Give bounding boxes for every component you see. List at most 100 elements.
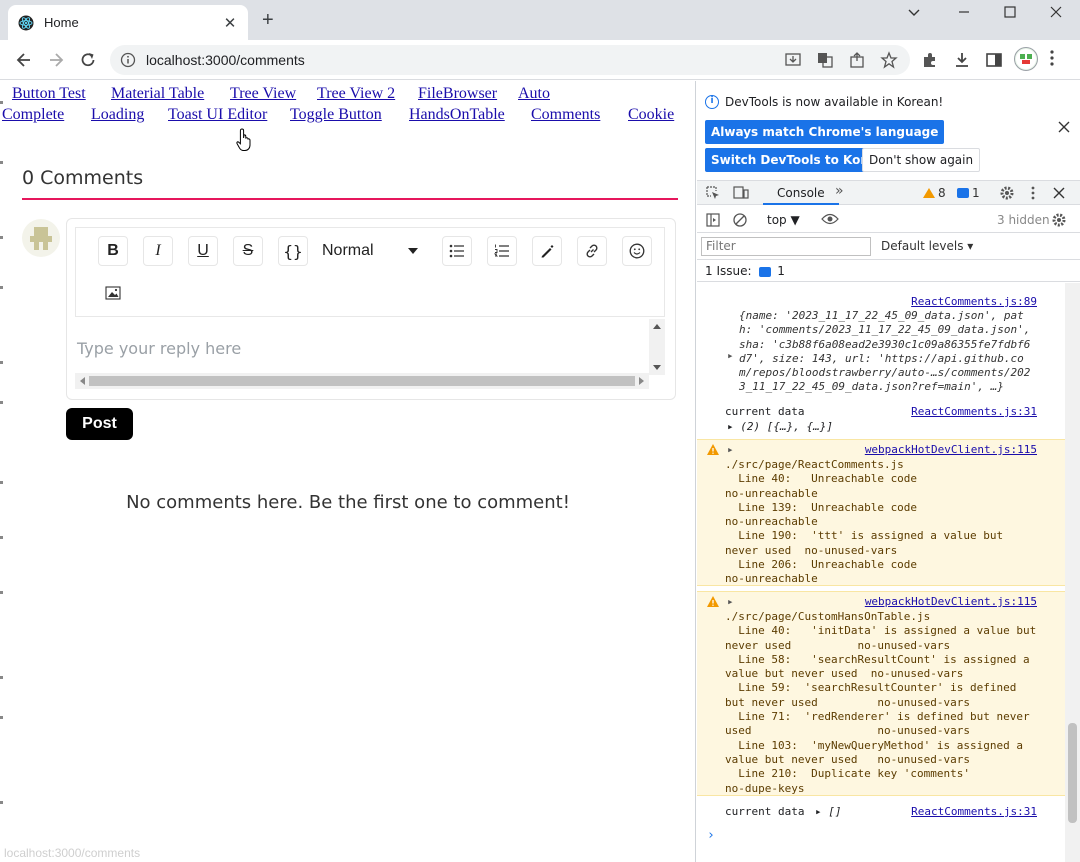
side-panel-icon[interactable] — [984, 50, 1004, 70]
nav-link-toggle-button[interactable]: Toggle Button — [290, 104, 382, 125]
log-source-link[interactable]: ReactComments.js:89 — [911, 295, 1037, 309]
close-devtools-icon[interactable] — [1053, 187, 1065, 199]
site-info-icon[interactable] — [120, 52, 136, 68]
more-tabs-icon[interactable]: » — [835, 183, 844, 199]
editor-horizontal-scrollbar[interactable] — [75, 373, 649, 389]
log-label: current data — [725, 805, 805, 818]
emoji-button[interactable] — [622, 236, 652, 266]
close-window-icon[interactable] — [1048, 4, 1064, 20]
gear-icon[interactable] — [999, 185, 1015, 201]
devtools-tabbar: Console » 8 1 — [697, 181, 1080, 205]
log-levels-dropdown[interactable]: Default levels ▾ — [881, 239, 973, 253]
share-icon[interactable] — [848, 51, 866, 69]
sidebar-toggle-icon[interactable] — [706, 213, 720, 227]
console-scrollbar-thumb[interactable] — [1068, 723, 1077, 823]
log-object[interactable]: {name: '2023_11_17_22_45_09_data.json', … — [739, 309, 1030, 395]
hidden-count: 3 hidden — [997, 213, 1050, 227]
nav-link-auto[interactable]: Auto — [518, 83, 550, 104]
log-object-line: 3_11_17_22_45_09_data.json?ref=main', …} — [739, 380, 1004, 394]
url-text: localhost:3000/comments — [146, 52, 305, 68]
user-avatar — [22, 219, 60, 257]
underline-button[interactable]: U — [188, 236, 218, 266]
nav-link-comments[interactable]: Comments — [531, 104, 600, 125]
bookmark-star-icon[interactable] — [880, 51, 898, 69]
italic-button[interactable]: I — [143, 236, 173, 266]
nav-link-tree-view-2[interactable]: Tree View 2 — [317, 83, 395, 104]
inspect-element-icon[interactable] — [706, 186, 720, 200]
nav-link-loading[interactable]: Loading — [91, 104, 144, 125]
filter-input[interactable]: Filter — [701, 237, 871, 256]
console-scrollbar[interactable] — [1065, 283, 1080, 862]
post-button[interactable]: Post — [66, 408, 133, 440]
editor-vertical-scrollbar[interactable] — [649, 319, 665, 375]
react-icon — [18, 15, 34, 30]
reply-textarea[interactable]: Type your reply here — [75, 319, 665, 389]
devtools-menu-icon[interactable] — [1031, 186, 1035, 200]
link-button[interactable] — [577, 236, 607, 266]
forward-arrow-icon[interactable] — [46, 50, 66, 70]
bullet-list-button[interactable] — [442, 236, 472, 266]
console-prompt-icon[interactable]: › — [707, 828, 715, 843]
clear-console-icon[interactable] — [733, 213, 747, 227]
nav-link-complete[interactable]: Complete — [2, 104, 64, 125]
warning-message: ./src/page/CustomHansOnTable.js Line 40:… — [725, 610, 1036, 796]
messages-count: 1 — [972, 186, 980, 200]
tab-console[interactable]: Console — [763, 181, 839, 205]
nav-link-cookie[interactable]: Cookie — [628, 104, 674, 125]
dont-show-again-button[interactable]: Don't show again — [862, 148, 981, 172]
reload-icon[interactable] — [78, 50, 98, 70]
expand-arrow-icon[interactable]: ▸ — [727, 349, 734, 363]
translate-icon[interactable] — [816, 51, 834, 69]
numbered-list-button[interactable] — [487, 236, 517, 266]
bold-button[interactable]: B — [98, 236, 128, 266]
close-banner-icon[interactable] — [1058, 121, 1070, 133]
expand-arrow-icon[interactable]: ▸ — [727, 595, 734, 609]
log-source-link[interactable]: ReactComments.js:31 — [911, 805, 1037, 819]
nav-link-toast-ui-editor[interactable]: Toast UI Editor — [168, 104, 267, 125]
menu-kebab-icon[interactable] — [1050, 50, 1054, 66]
chevron-down-icon[interactable] — [906, 4, 922, 20]
maximize-icon[interactable] — [1002, 4, 1018, 20]
device-toolbar-icon[interactable] — [733, 186, 749, 200]
image-button[interactable] — [98, 278, 128, 308]
messages-counter[interactable]: 1 — [957, 186, 980, 200]
tab-close-icon[interactable]: ✕ — [222, 14, 238, 32]
new-tab-button[interactable]: + — [262, 9, 274, 32]
warning-line: never used no-unused-vars — [725, 543, 898, 557]
code-block-button[interactable]: {} — [278, 236, 308, 266]
back-arrow-icon[interactable] — [14, 50, 34, 70]
nav-link-button-test[interactable]: Button Test — [12, 83, 86, 104]
warnings-counter[interactable]: 8 — [923, 186, 946, 200]
log-value[interactable]: ▸ [] — [815, 805, 842, 819]
context-selector[interactable]: top ▼ — [767, 213, 800, 227]
always-match-language-button[interactable]: Always match Chrome's language — [705, 120, 945, 144]
install-app-icon[interactable] — [784, 51, 802, 69]
scrollbar-thumb[interactable] — [89, 376, 635, 386]
warning-source-link[interactable]: webpackHotDevClient.js:115 — [865, 595, 1037, 609]
dropdown-caret-icon — [408, 248, 418, 254]
address-bar[interactable]: localhost:3000/comments — [110, 45, 910, 75]
browser-tab-home[interactable]: Home ✕ — [8, 5, 248, 40]
warning-source-link[interactable]: webpackHotDevClient.js:115 — [865, 443, 1037, 457]
issues-bar[interactable]: 1 Issue: 1 — [697, 260, 1080, 282]
minimize-icon[interactable] — [956, 4, 972, 20]
nav-link-filebrowser[interactable]: FileBrowser — [418, 83, 497, 104]
log-object-line: h: 'comments/2023_11_17_22_45_09_data.js… — [739, 323, 1031, 337]
log-source-link[interactable]: ReactComments.js:31 — [911, 405, 1037, 419]
text-format-select[interactable]: Normal — [316, 236, 424, 266]
text-color-button[interactable] — [532, 236, 562, 266]
nav-link-material-table[interactable]: Material Table — [111, 83, 204, 104]
expand-arrow-icon[interactable]: ▸ — [727, 443, 734, 457]
browser-toolbar: localhost:3000/comments — [0, 40, 1080, 80]
log-value[interactable]: ▸ (2) [{…}, {…}] — [727, 420, 833, 434]
warning-line: but never used no-unused-vars — [725, 695, 971, 709]
nav-link-handsontable[interactable]: HandsOnTable — [409, 104, 505, 125]
strikethrough-button[interactable]: S — [233, 236, 263, 266]
nav-link-tree-view[interactable]: Tree View — [230, 83, 296, 104]
console-settings-icon[interactable] — [1051, 212, 1067, 228]
left-edge-marks — [0, 81, 3, 862]
download-icon[interactable] — [952, 50, 972, 70]
extensions-icon[interactable] — [920, 50, 940, 70]
eye-icon[interactable] — [821, 213, 839, 225]
profile-avatar[interactable] — [1014, 47, 1038, 71]
